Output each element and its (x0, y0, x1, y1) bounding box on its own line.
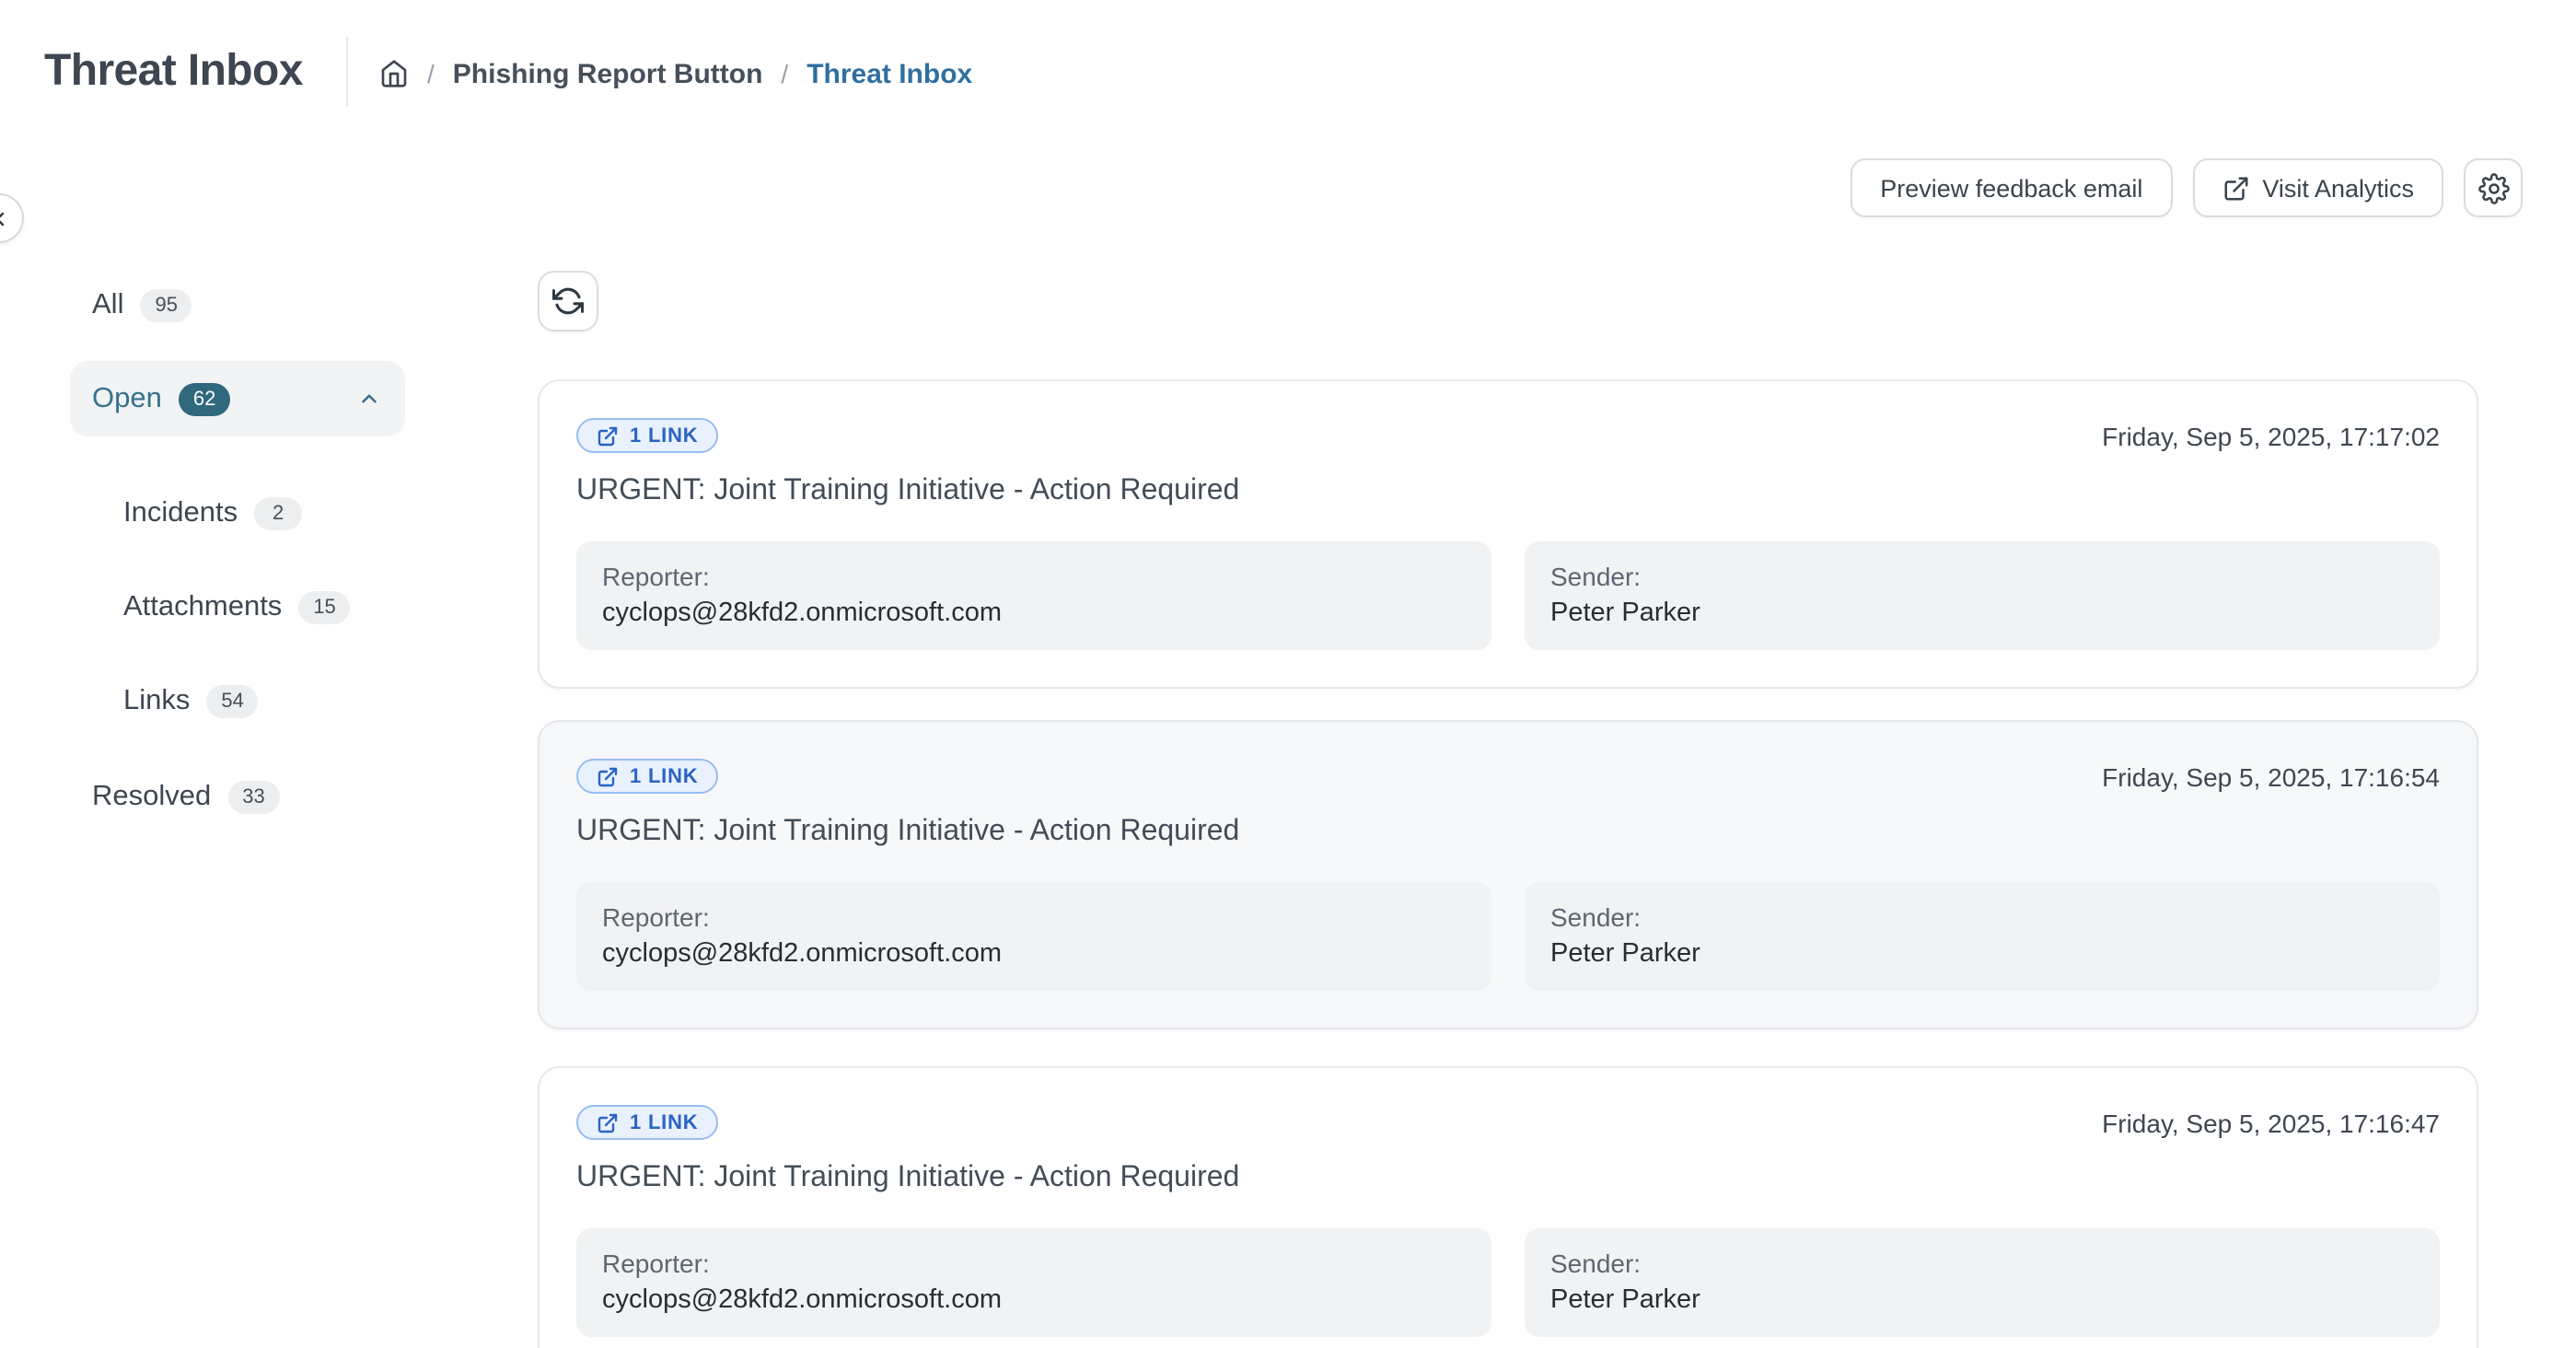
breadcrumb-parent[interactable]: Phishing Report Button (453, 58, 763, 89)
threat-inbox-page: Threat Inbox / Phishing Report Button / … (0, 0, 2576, 1348)
sender-box: Sender: Peter Parker (1525, 1228, 2440, 1337)
count-badge: 95 (140, 289, 192, 322)
preview-feedback-email-label: Preview feedback email (1880, 174, 2142, 202)
report-timestamp: Friday, Sep 5, 2025, 17:16:54 (2102, 761, 2440, 791)
sender-value: Peter Parker (1550, 939, 2414, 969)
reporter-label: Reporter: (602, 562, 1466, 591)
email-subject: URGENT: Joint Training Initiative - Acti… (576, 471, 2440, 510)
breadcrumb-separator: / (781, 59, 788, 88)
sidebar-item-label: Resolved (92, 781, 211, 814)
external-link-icon (597, 424, 619, 447)
sidebar-item-label: Attachments (123, 591, 282, 624)
external-link-icon (2222, 174, 2249, 202)
count-badge: 33 (227, 781, 280, 814)
breadcrumb-current: Threat Inbox (806, 58, 972, 89)
header-actions: Preview feedback email Visit Analytics (1851, 158, 2523, 217)
count-badge: 62 (179, 382, 231, 415)
card-header-row: 1 LINK Friday, Sep 5, 2025, 17:17:02 (576, 418, 2440, 453)
sidebar-item-resolved[interactable]: Resolved 33 (92, 781, 280, 814)
sender-value: Peter Parker (1550, 598, 2414, 628)
sidebar-item-links[interactable]: Links 54 (123, 685, 259, 718)
sidebar-item-open[interactable]: Open 62 (70, 361, 405, 436)
links-count-badge[interactable]: 1 LINK (576, 418, 719, 453)
sidebar-item-label: Open (92, 382, 162, 415)
chevron-left-icon (0, 207, 10, 229)
card-detail-row: Reporter: cyclops@28kfd2.onmicrosoft.com… (576, 541, 2440, 650)
email-subject: URGENT: Joint Training Initiative - Acti… (576, 812, 2440, 851)
threat-card[interactable]: 1 LINK Friday, Sep 5, 2025, 17:16:54 URG… (538, 720, 2478, 1029)
links-count-badge[interactable]: 1 LINK (576, 1105, 719, 1140)
sender-label: Sender: (1550, 1249, 2414, 1278)
gear-icon (2477, 172, 2509, 203)
reporter-box: Reporter: cyclops@28kfd2.onmicrosoft.com (576, 541, 1491, 650)
reporter-value: cyclops@28kfd2.onmicrosoft.com (602, 1285, 1466, 1315)
links-count-badge[interactable]: 1 LINK (576, 759, 719, 794)
settings-button[interactable] (2464, 158, 2523, 217)
threat-card[interactable]: 1 LINK Friday, Sep 5, 2025, 17:16:47 URG… (538, 1066, 2478, 1348)
chevron-up-icon[interactable] (357, 387, 381, 411)
sender-label: Sender: (1550, 902, 2414, 932)
card-detail-row: Reporter: cyclops@28kfd2.onmicrosoft.com… (576, 1228, 2440, 1337)
links-count-label: 1 LINK (630, 1111, 699, 1133)
preview-feedback-email-button[interactable]: Preview feedback email (1851, 158, 2172, 217)
reporter-box: Reporter: cyclops@28kfd2.onmicrosoft.com (576, 1228, 1491, 1337)
email-subject: URGENT: Joint Training Initiative - Acti… (576, 1158, 2440, 1197)
sidebar-item-incidents[interactable]: Incidents 2 (123, 497, 302, 530)
card-header-row: 1 LINK Friday, Sep 5, 2025, 17:16:47 (576, 1105, 2440, 1140)
title-divider (346, 37, 348, 107)
links-count-label: 1 LINK (630, 424, 699, 447)
card-header-row: 1 LINK Friday, Sep 5, 2025, 17:16:54 (576, 759, 2440, 794)
reporter-label: Reporter: (602, 1249, 1466, 1278)
visit-analytics-button[interactable]: Visit Analytics (2192, 158, 2443, 217)
threat-card-list: 1 LINK Friday, Sep 5, 2025, 17:17:02 URG… (538, 379, 2478, 1348)
sidebar-item-label: Links (123, 685, 190, 718)
external-link-icon (597, 765, 619, 787)
home-icon[interactable] (379, 59, 409, 88)
sender-box: Sender: Peter Parker (1525, 882, 2440, 991)
count-badge: 54 (206, 685, 259, 718)
sidebar-collapse-button[interactable] (0, 193, 24, 243)
card-detail-row: Reporter: cyclops@28kfd2.onmicrosoft.com… (576, 882, 2440, 991)
count-badge: 2 (254, 497, 302, 530)
page-title: Threat Inbox (44, 46, 303, 98)
links-count-label: 1 LINK (630, 765, 699, 787)
sender-box: Sender: Peter Parker (1525, 541, 2440, 650)
threat-card[interactable]: 1 LINK Friday, Sep 5, 2025, 17:17:02 URG… (538, 379, 2478, 689)
sender-value: Peter Parker (1550, 1285, 2414, 1315)
refresh-icon (552, 285, 584, 317)
reporter-label: Reporter: (602, 902, 1466, 932)
report-timestamp: Friday, Sep 5, 2025, 17:16:47 (2102, 1108, 2440, 1137)
breadcrumb: / Phishing Report Button / Threat Inbox (379, 55, 972, 92)
refresh-button[interactable] (538, 271, 598, 331)
sidebar-item-attachments[interactable]: Attachments 15 (123, 591, 351, 624)
sender-label: Sender: (1550, 562, 2414, 591)
reporter-value: cyclops@28kfd2.onmicrosoft.com (602, 939, 1466, 969)
sidebar-item-label: All (92, 289, 123, 322)
count-badge: 15 (298, 591, 351, 624)
report-timestamp: Friday, Sep 5, 2025, 17:17:02 (2102, 421, 2440, 450)
reporter-value: cyclops@28kfd2.onmicrosoft.com (602, 598, 1466, 628)
breadcrumb-separator: / (427, 59, 435, 88)
sidebar-item-all[interactable]: All 95 (92, 289, 192, 322)
sidebar-item-label: Incidents (123, 497, 238, 530)
visit-analytics-label: Visit Analytics (2262, 174, 2414, 202)
reporter-box: Reporter: cyclops@28kfd2.onmicrosoft.com (576, 882, 1491, 991)
external-link-icon (597, 1111, 619, 1133)
